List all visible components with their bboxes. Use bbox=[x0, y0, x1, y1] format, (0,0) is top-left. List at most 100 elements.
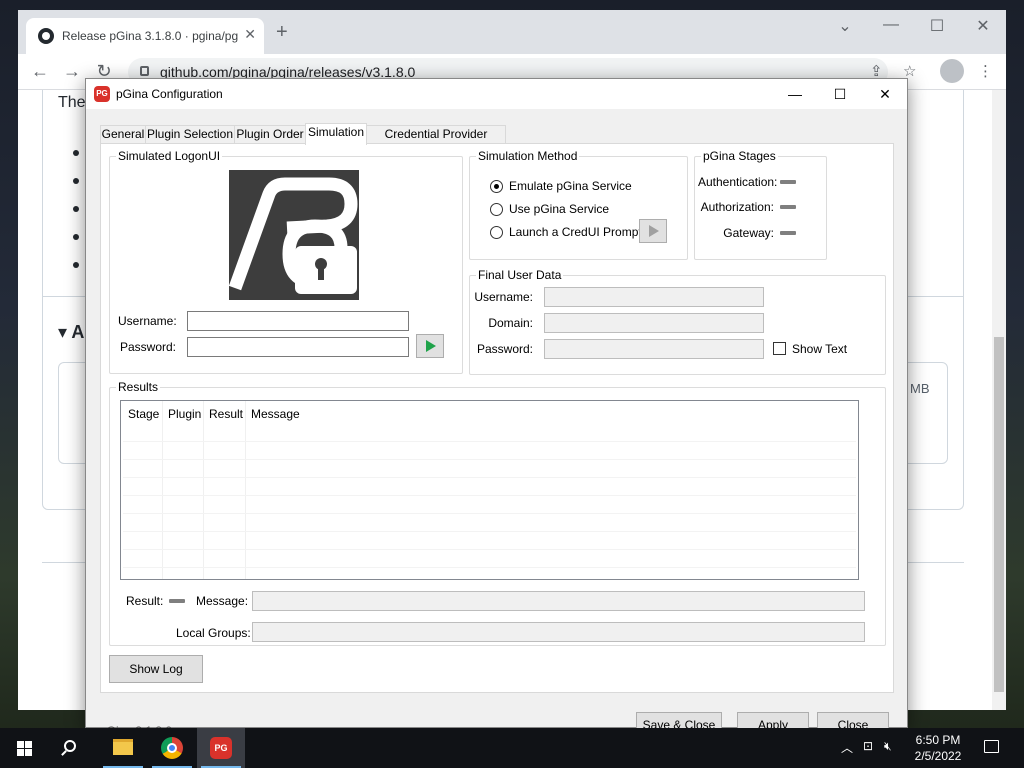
table-row bbox=[123, 441, 856, 442]
taskbar-chrome[interactable] bbox=[148, 728, 196, 768]
tab-plugin-order[interactable]: Plugin Order bbox=[234, 125, 306, 144]
new-tab-button[interactable]: + bbox=[276, 22, 288, 42]
back-icon[interactable]: ← bbox=[28, 60, 52, 84]
dialog-minimize-icon[interactable]: — bbox=[772, 83, 818, 105]
radio-use-service-label[interactable]: Use pGina Service bbox=[509, 202, 609, 216]
dialog-titlebar[interactable]: PG pGina Configuration — ☐ ✕ bbox=[86, 79, 907, 109]
tab-plugin-selection[interactable]: Plugin Selection bbox=[145, 125, 235, 144]
table-row bbox=[123, 495, 856, 496]
browser-close-icon[interactable]: ✕ bbox=[960, 16, 1006, 36]
taskbar-pgina[interactable]: PG bbox=[197, 728, 245, 768]
column-header-stage[interactable]: Stage bbox=[128, 407, 159, 421]
column-divider bbox=[203, 401, 204, 579]
dialog-close-icon[interactable]: ✕ bbox=[862, 83, 908, 105]
chrome-icon bbox=[161, 737, 183, 759]
pgina-icon: PG bbox=[210, 737, 232, 759]
radio-emulate-pgina-service[interactable] bbox=[490, 180, 503, 193]
final-user-data-label: Final User Data bbox=[476, 268, 564, 282]
lock-icon bbox=[140, 66, 149, 76]
radio-launch-credui-prompt[interactable] bbox=[490, 226, 503, 239]
pgina-stages-label: pGina Stages bbox=[701, 149, 778, 163]
network-icon[interactable]: ⊡ bbox=[863, 739, 873, 753]
radio-emulate-label[interactable]: Emulate pGina Service bbox=[509, 179, 632, 193]
page-scroll-thumb[interactable] bbox=[994, 337, 1004, 692]
result-indicator bbox=[169, 599, 185, 603]
notification-center-icon[interactable] bbox=[984, 740, 999, 753]
results-table[interactable]: Stage Plugin Result Message bbox=[120, 400, 859, 580]
asset-size: MB bbox=[910, 381, 930, 396]
logon-password-label: Password: bbox=[119, 340, 176, 354]
message-label: Message: bbox=[196, 594, 249, 608]
dialog-title: pGina Configuration bbox=[116, 87, 223, 101]
github-icon bbox=[38, 28, 54, 44]
column-header-result[interactable]: Result bbox=[209, 407, 243, 421]
clock-date: 2/5/2022 bbox=[914, 749, 962, 763]
show-text-label[interactable]: Show Text bbox=[792, 342, 847, 356]
taskbar-file-explorer[interactable] bbox=[99, 728, 147, 768]
taskbar-search-icon[interactable] bbox=[64, 740, 76, 752]
list-bullet bbox=[73, 262, 79, 268]
simulate-logon-button[interactable] bbox=[416, 334, 444, 358]
final-password-label: Password: bbox=[476, 342, 533, 356]
folder-icon bbox=[113, 739, 133, 755]
local-groups-label: Local Groups: bbox=[176, 626, 251, 640]
table-row bbox=[123, 477, 856, 478]
column-divider bbox=[162, 401, 163, 579]
launch-credui-button[interactable] bbox=[639, 219, 667, 243]
browser-menu-icon[interactable]: ⋮ bbox=[978, 62, 993, 80]
tray-chevron-icon[interactable]: ︿ bbox=[841, 739, 853, 756]
show-log-button[interactable]: Show Log bbox=[109, 655, 203, 683]
stage-gateway-label: Gateway: bbox=[723, 226, 774, 240]
stage-authentication-label: Authentication: bbox=[698, 175, 778, 189]
dialog-maximize-icon[interactable]: ☐ bbox=[817, 83, 863, 105]
show-text-checkbox[interactable] bbox=[773, 342, 786, 355]
clock-time: 6:50 PM bbox=[915, 733, 961, 747]
browser-tabstrip: Release pGina 3.1.8.0 · pgina/pgi ✕ + ⌄ … bbox=[18, 10, 1006, 54]
final-password-field[interactable] bbox=[544, 339, 764, 359]
radio-use-pgina-service[interactable] bbox=[490, 203, 503, 216]
forward-icon[interactable]: → bbox=[60, 60, 84, 84]
results-label: Results bbox=[116, 380, 161, 394]
tab-credential-provider-options[interactable]: Credential Provider Options bbox=[366, 125, 506, 158]
table-row bbox=[123, 459, 856, 460]
table-row bbox=[123, 567, 856, 568]
table-row bbox=[123, 549, 856, 550]
list-bullet bbox=[73, 206, 79, 212]
column-header-message[interactable]: Message bbox=[251, 407, 300, 421]
windows-start-icon[interactable] bbox=[17, 741, 32, 756]
pgina-logo bbox=[228, 170, 359, 300]
profile-avatar[interactable] bbox=[940, 59, 964, 83]
radio-credui-label[interactable]: Launch a CredUI Prompt bbox=[509, 225, 642, 239]
column-divider bbox=[245, 401, 246, 579]
logon-username-input[interactable] bbox=[187, 311, 409, 331]
tab-general[interactable]: General bbox=[100, 125, 146, 144]
list-bullet bbox=[73, 150, 79, 156]
browser-minimize-icon[interactable]: — bbox=[868, 16, 914, 34]
table-row bbox=[123, 513, 856, 514]
windows-taskbar: PG ︿ ⊡ 🔇︎ 6:50 PM 2/5/2022 bbox=[0, 728, 1024, 768]
browser-tab-title: Release pGina 3.1.8.0 · pgina/pgi bbox=[62, 29, 238, 43]
final-domain-field[interactable] bbox=[544, 313, 764, 333]
tab-close-icon[interactable]: ✕ bbox=[244, 26, 256, 43]
browser-maximize-icon[interactable]: ☐ bbox=[914, 16, 960, 36]
play-icon bbox=[649, 225, 659, 237]
assets-heading[interactable]: ▾ A bbox=[58, 322, 84, 343]
final-username-label: Username: bbox=[474, 290, 533, 304]
message-field[interactable] bbox=[252, 591, 865, 611]
final-domain-label: Domain: bbox=[488, 316, 533, 330]
browser-tab[interactable]: Release pGina 3.1.8.0 · pgina/pgi ✕ bbox=[26, 18, 264, 54]
taskbar-clock[interactable]: 6:50 PM 2/5/2022 bbox=[905, 732, 971, 764]
local-groups-field[interactable] bbox=[252, 622, 865, 642]
table-row bbox=[123, 531, 856, 532]
volume-muted-icon[interactable]: 🔇︎ bbox=[884, 739, 892, 754]
stage-authentication-indicator bbox=[780, 180, 796, 184]
list-bullet bbox=[73, 178, 79, 184]
tab-simulation[interactable]: Simulation bbox=[305, 123, 367, 145]
play-icon bbox=[426, 340, 436, 352]
release-body-text: The bbox=[58, 94, 86, 111]
browser-dropdown-icon[interactable]: ⌄ bbox=[822, 16, 868, 36]
final-username-field[interactable] bbox=[544, 287, 764, 307]
column-header-plugin[interactable]: Plugin bbox=[168, 407, 201, 421]
logon-password-input[interactable] bbox=[187, 337, 409, 357]
simulation-method-label: Simulation Method bbox=[476, 149, 580, 163]
